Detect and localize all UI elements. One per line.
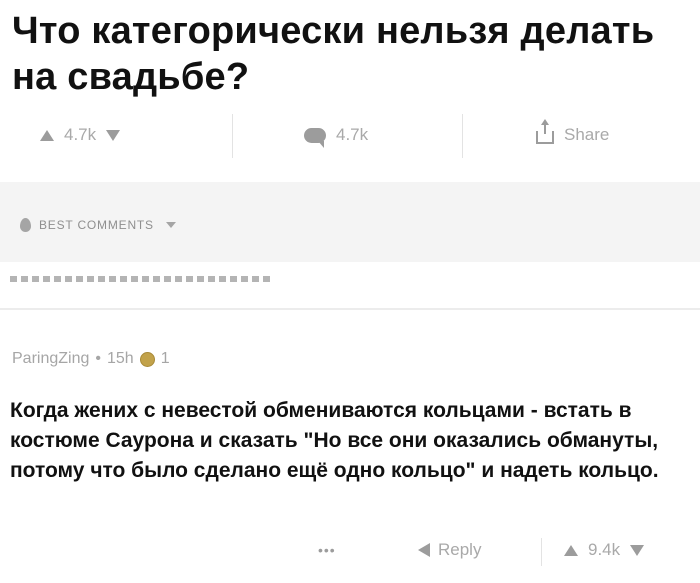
reply-label: Reply <box>438 540 482 559</box>
upvote-icon[interactable] <box>564 544 578 556</box>
comments-button[interactable]: 4.7k <box>304 122 368 148</box>
downvote-icon[interactable] <box>630 544 645 556</box>
comment-meta: ParingZing • 15h 1 <box>12 350 170 368</box>
comment-divider <box>0 308 700 310</box>
comment-count: 4.7k <box>336 125 369 144</box>
comment-age: 15h <box>106 350 134 367</box>
comment-bubble-icon <box>304 127 326 148</box>
comment-author[interactable]: ParingZing <box>12 350 89 368</box>
post-score: 4.7k <box>64 125 97 144</box>
more-options-button[interactable]: ••• <box>318 542 336 558</box>
share-icon <box>536 118 554 144</box>
sort-dropdown[interactable]: BEST COMMENTS <box>20 218 176 232</box>
award-coin-icon <box>139 351 155 367</box>
footer-divider <box>541 538 542 566</box>
action-divider <box>462 114 463 158</box>
downvote-icon[interactable] <box>106 129 121 141</box>
post-action-bar: 4.7k 4.7k Share <box>0 114 700 158</box>
comment-score: 9.4k <box>588 540 621 559</box>
share-label: Share <box>564 125 610 144</box>
post-vote-group: 4.7k <box>40 122 121 148</box>
reply-arrow-icon <box>418 543 430 557</box>
comment-text: Когда жених с невестой обмениваются коль… <box>10 399 659 482</box>
comment-footer: ••• Reply 9.4k <box>0 530 700 576</box>
chevron-down-icon <box>165 222 176 228</box>
reply-button[interactable]: Reply <box>418 540 481 560</box>
award-count: 1 <box>160 350 170 367</box>
meta-separator: • <box>95 350 101 367</box>
cropped-previous-text <box>10 276 270 282</box>
previous-comment-strip <box>0 262 700 306</box>
upvote-icon[interactable] <box>40 129 54 141</box>
action-divider <box>232 114 233 158</box>
share-button[interactable]: Share <box>536 118 610 148</box>
sort-label: BEST COMMENTS <box>39 218 154 232</box>
post-title: Что категорически нельзя делать на свадь… <box>12 10 655 98</box>
comment-vote-group: 9.4k <box>564 540 645 560</box>
flame-icon <box>20 218 31 232</box>
